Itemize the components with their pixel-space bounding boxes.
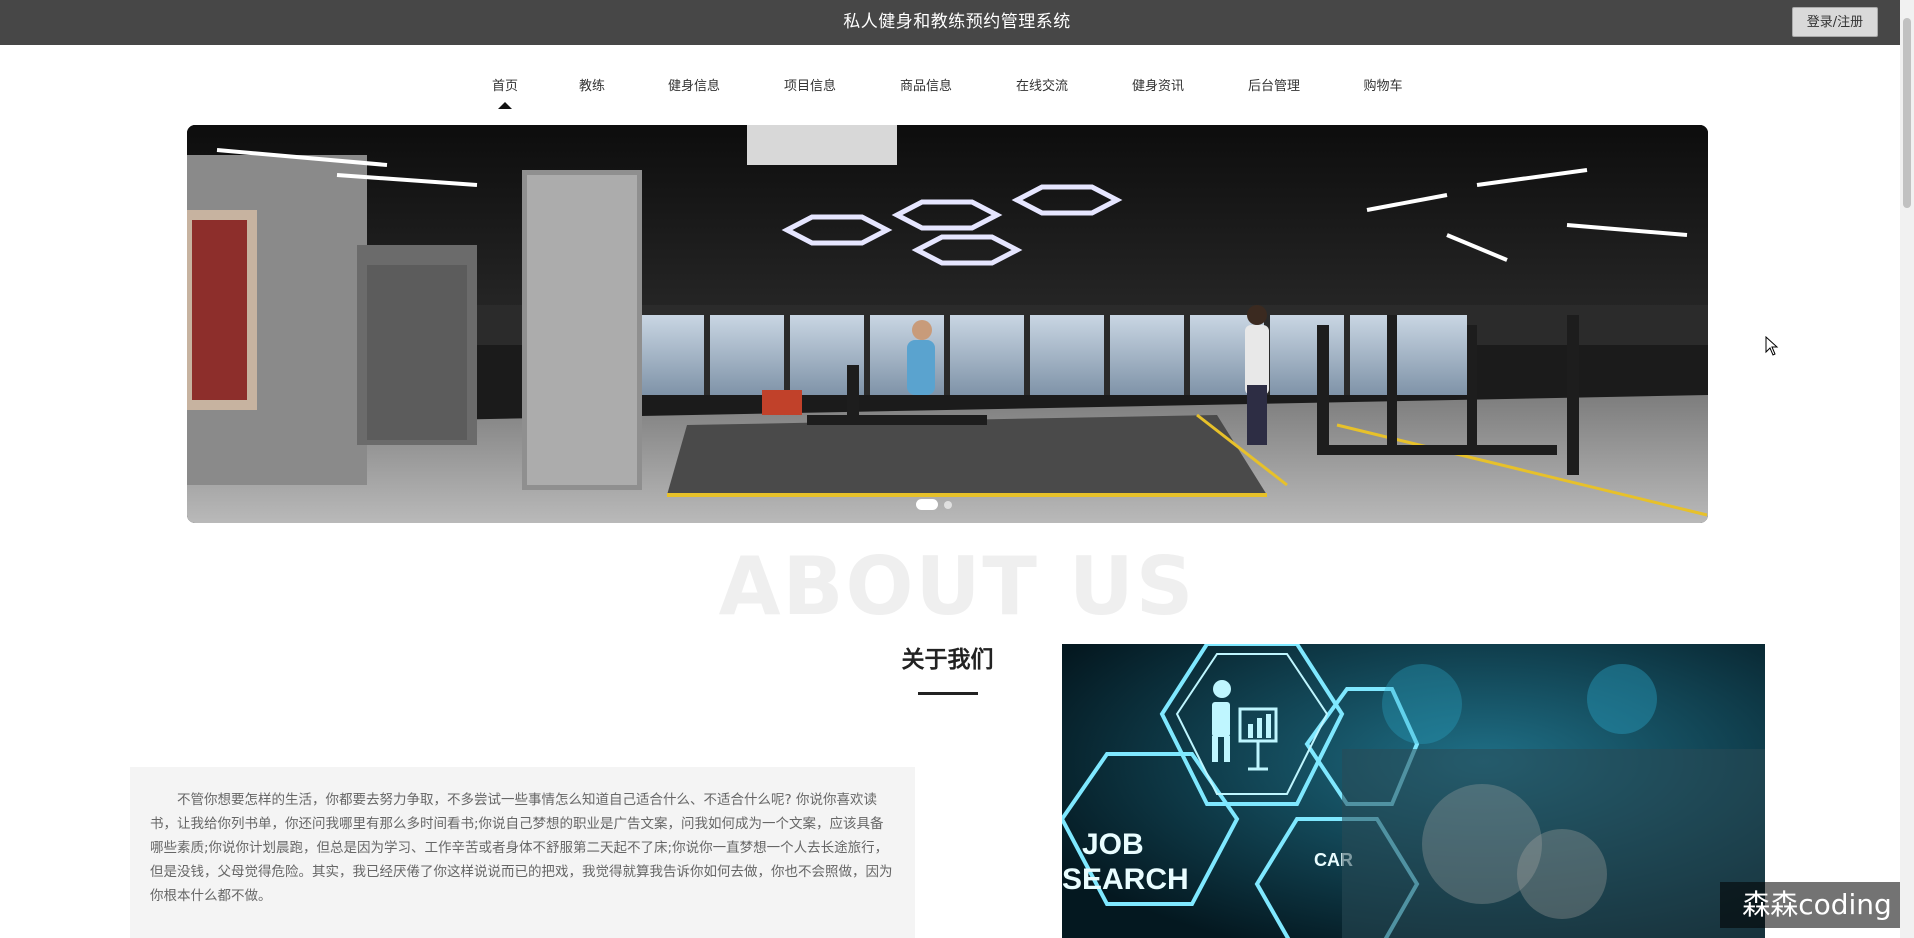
hero-banner[interactable] (187, 125, 1708, 523)
gym-interior-image (187, 125, 1708, 523)
nav-item-admin[interactable]: 后台管理 (1248, 75, 1300, 94)
nav-item-label: 项目信息 (783, 79, 837, 94)
nav-item-label: 健身信息 (667, 79, 721, 94)
watermark: 森森coding (1720, 882, 1914, 928)
about-us-background-text: ABOUT US (718, 540, 1196, 633)
about-title: 关于我们 (901, 647, 994, 673)
carousel-dot[interactable] (944, 501, 952, 509)
nav-item-label: 商品信息 (899, 79, 953, 94)
about-text: 不管你想要怎样的生活，你都要去努力争取，不多尝试一些事情怎么知道自己适合什么、不… (150, 792, 893, 904)
top-bar: 私人健身和教练预约管理系统 登录/注册 (0, 0, 1914, 45)
nav-item-project-info[interactable]: 项目信息 (784, 75, 836, 94)
login-register-button[interactable]: 登录/注册 (1792, 7, 1878, 37)
nav-item-label: 首页 (491, 79, 519, 94)
about-title-underline (918, 692, 978, 695)
mouse-cursor-icon (1765, 336, 1779, 356)
nav-item-cart[interactable]: 购物车 (1363, 75, 1402, 94)
scrollbar-thumb[interactable] (1903, 18, 1911, 208)
nav-item-label: 后台管理 (1247, 79, 1301, 94)
carousel-dot-active[interactable] (916, 499, 938, 510)
nav-item-label: 在线交流 (1015, 79, 1069, 94)
nav-item-product-info[interactable]: 商品信息 (900, 75, 952, 94)
nav-item-coach[interactable]: 教练 (579, 75, 605, 94)
nav-item-online-chat[interactable]: 在线交流 (1016, 75, 1068, 94)
nav-item-fitness-news[interactable]: 健身资讯 (1132, 75, 1184, 94)
nav-item-label: 教练 (578, 79, 606, 94)
site-title: 私人健身和教练预约管理系统 (843, 12, 1071, 32)
active-caret-icon (497, 102, 512, 109)
nav-item-home[interactable]: 首页 (491, 75, 519, 109)
nav-item-label: 购物车 (1363, 79, 1403, 94)
about-image: JOB SEARCH CAR (1062, 644, 1765, 938)
main-nav: 首页 教练 健身信息 项目信息 商品信息 在线交流 健身资讯 后台管理 购物车 (0, 45, 1914, 115)
nav-item-fitness-info[interactable]: 健身信息 (668, 75, 720, 94)
nav-item-label: 健身资讯 (1131, 79, 1185, 94)
job-search-image: JOB SEARCH CAR (1062, 644, 1765, 938)
job-text: JOB (1082, 828, 1144, 861)
search-text: SEARCH (1062, 863, 1189, 896)
